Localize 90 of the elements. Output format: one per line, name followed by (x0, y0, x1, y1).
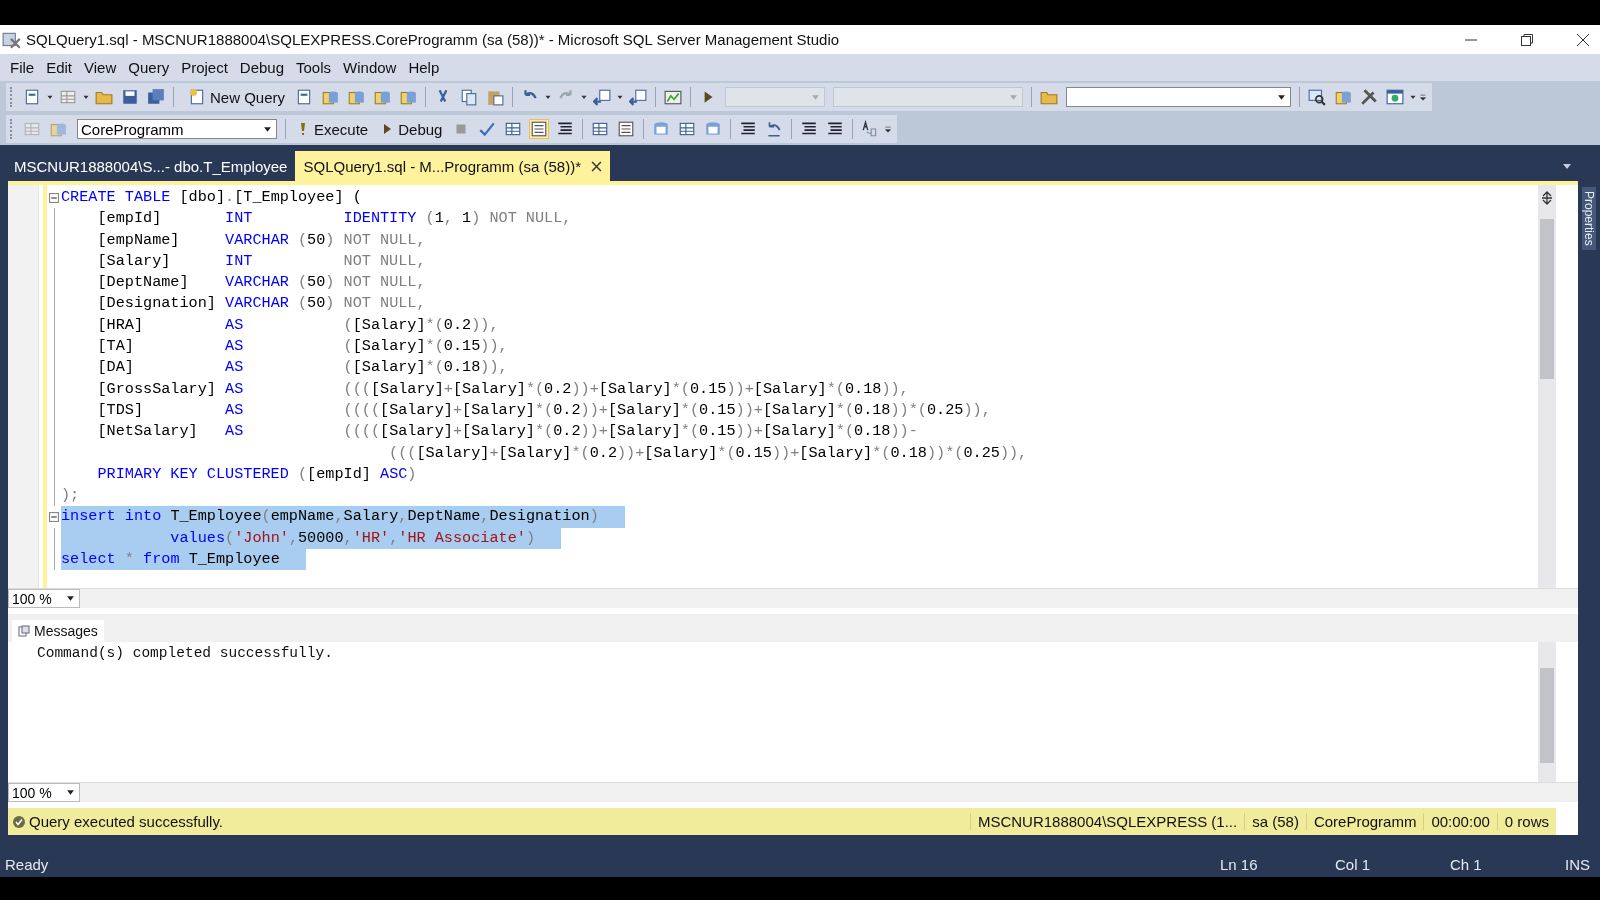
code-line: [empName] VARCHAR (50) NOT NULL, (96, 229, 427, 251)
scrollbar[interactable] (1538, 642, 1556, 782)
document-icon[interactable] (23, 88, 41, 106)
code-line: [DeptName] VARCHAR (50) NOT NULL, (96, 272, 427, 294)
caret-icon[interactable] (1562, 161, 1572, 171)
check-icon[interactable] (478, 120, 497, 138)
menu-item[interactable]: Debug (233, 59, 291, 76)
grid-icon[interactable] (504, 120, 523, 138)
restore-icon[interactable] (1520, 32, 1534, 47)
search-icon[interactable] (1308, 88, 1327, 106)
database-icon[interactable] (399, 88, 418, 106)
collapse-icon[interactable] (49, 192, 59, 203)
database-icon[interactable] (1334, 88, 1353, 106)
menu-item[interactable]: File (4, 59, 41, 76)
code-line: [HRA] AS ([Salary]*(0.2)), (96, 314, 500, 336)
code-line: ); (61, 485, 81, 507)
window-icon[interactable] (617, 120, 636, 138)
caret-icon (811, 92, 821, 102)
database-icon[interactable] (347, 88, 366, 106)
execute-button[interactable]: Execute (290, 117, 375, 141)
new-document-icon (188, 88, 206, 106)
caret-icon (1277, 92, 1287, 102)
scrollbar[interactable] (1538, 185, 1556, 588)
database-dropdown[interactable]: CoreProgramm (77, 119, 277, 139)
code-line: [GrossSalary] AS ((([Salary]+[Salary]*(0.2))+[Salary]*(0.15))+[Salary]*(0.18)), (96, 378, 910, 400)
grid-icon[interactable] (591, 120, 610, 138)
menu-item[interactable]: Window (337, 59, 403, 76)
database-icon[interactable] (373, 88, 392, 106)
status-field: CoreProgramm (1305, 813, 1424, 830)
new-query-button[interactable]: New Query (178, 85, 292, 109)
status-field: MSCNUR1888004\SQLEXPRESS (1... (969, 813, 1245, 830)
exclamation-icon (298, 120, 308, 138)
success-icon (12, 814, 26, 829)
arrow-icon[interactable] (593, 88, 612, 106)
copy-icon[interactable] (460, 88, 479, 106)
menu-item[interactable]: Tools (290, 59, 338, 76)
code-line: [TDS] AS (((([Salary]+[Salary]*(0.2))+[Salary]*(0.15))+[Salary]*(0.18))*(0.25)), (96, 399, 992, 421)
status-text: Ready (4, 855, 49, 873)
chart-icon[interactable] (664, 88, 683, 106)
dropdown[interactable] (1066, 87, 1292, 107)
code-line: PRIMARY KEY CLUSTERED ([empId] ASC) (96, 463, 418, 485)
code-line: ((([Salary]+[Salary]*(0.2))+[Salary]*(0.15))+[Salary]*(0.18))*(0.25)), (388, 442, 1029, 464)
caret-icon (66, 788, 75, 797)
code-line: [Salary] INT NOT NULL, (96, 250, 427, 272)
debug-button[interactable]: Debug (374, 117, 449, 141)
caret-icon (66, 594, 75, 603)
code-line: [TA] AS ([Salary]*(0.15)), (96, 336, 509, 358)
database-icon[interactable] (652, 120, 671, 138)
caret-icon (1009, 92, 1019, 102)
menu-item[interactable]: Edit (40, 59, 79, 76)
menu-item[interactable]: View (78, 59, 123, 76)
zoom-dropdown[interactable]: 100 % (8, 589, 80, 608)
code-line: [Designation] VARCHAR (50) NOT NULL, (96, 293, 427, 315)
clipboard-icon[interactable] (486, 88, 505, 106)
line-number: Ln 16 (1220, 855, 1259, 873)
arrow-icon[interactable] (629, 88, 648, 106)
database-icon[interactable] (321, 88, 340, 106)
document-tab[interactable]: SQLQuery1.sql - M...Programm (sa (58))* (295, 151, 611, 181)
save-all-icon[interactable] (147, 88, 165, 106)
menu-item[interactable]: Project (175, 59, 234, 76)
insert-mode: INS (1565, 855, 1591, 873)
menu-item[interactable]: Help (402, 59, 446, 76)
status-field: 00:00:00 (1423, 813, 1497, 830)
properties-tab[interactable]: Properties (1582, 187, 1596, 250)
menu-item[interactable]: Query (122, 59, 176, 76)
code-line: [DA] AS ([Salary]*(0.18)), (96, 357, 509, 379)
code-line: [NetSalary] AS (((([Salary]+[Salary]*(0.2))+[Salary]*(0.15))+[Salary]*(0.18))- (96, 421, 919, 443)
close-icon[interactable] (1576, 32, 1590, 47)
status-field: sa (58) (1244, 813, 1306, 830)
message-text: Command(s) completed successfully. (37, 645, 333, 661)
code-line: [empId] INT IDENTITY (1, 1) NOT NULL, (96, 208, 573, 230)
window-icon[interactable] (1386, 88, 1405, 106)
char-number: Ch 1 (1450, 855, 1483, 873)
document-tab[interactable]: MSCNUR1888004\S...- dbo.T_Employee (6, 151, 296, 181)
database-icon[interactable] (704, 120, 723, 138)
collapse-icon[interactable] (49, 512, 59, 523)
grid-icon[interactable] (678, 120, 697, 138)
status-field: 0 rows (1496, 813, 1556, 830)
split-icon[interactable] (1541, 191, 1553, 205)
column-number: Col 1 (1335, 855, 1371, 873)
close-icon[interactable] (591, 160, 603, 172)
caret-icon (263, 124, 272, 134)
save-icon[interactable] (121, 88, 139, 106)
messages-icon (18, 625, 30, 637)
code-line: CREATE TABLE [dbo].[T_Employee] ( (61, 187, 363, 208)
messages-tab[interactable]: Messages (12, 620, 104, 642)
window-icon[interactable] (530, 120, 549, 138)
window-title: SQLQuery1.sql - MSCNUR1888004\SQLEXPRESS.CoreProgramm (sa (58))* - Microsoft SQL Server Management Studio (26, 31, 840, 48)
zoom-dropdown[interactable]: 100 % (8, 783, 80, 802)
status-message: Query executed successfully. (29, 813, 223, 830)
